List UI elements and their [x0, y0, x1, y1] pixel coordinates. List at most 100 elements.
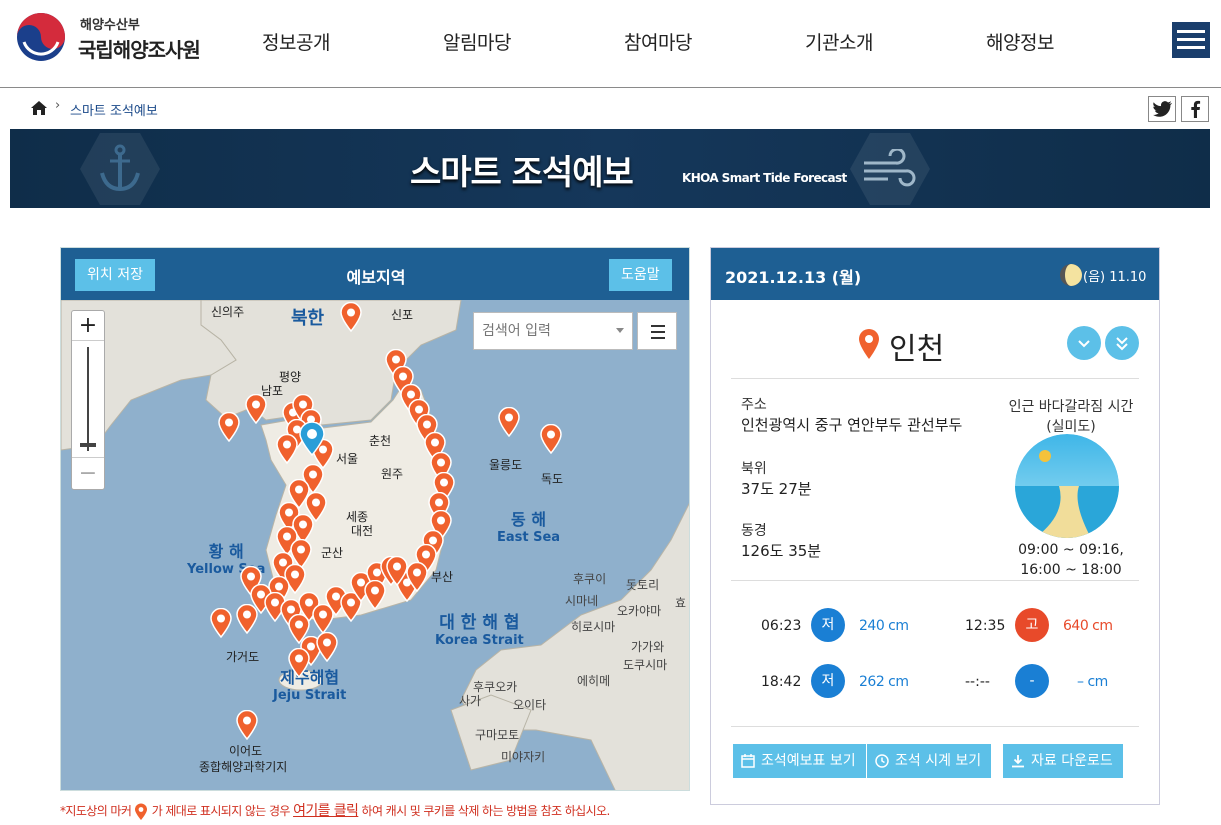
- divider: [731, 378, 1139, 379]
- map-label-hiroshima: 히로시마: [571, 620, 616, 634]
- address-label: 주소: [741, 397, 767, 413]
- station-marker-icon[interactable]: [218, 412, 240, 442]
- station-marker-icon[interactable]: [288, 648, 310, 678]
- selected-station-marker-icon[interactable]: [299, 422, 325, 456]
- tide-height-1: 240 cm: [859, 618, 909, 634]
- agency-name: 국립해양조사원: [78, 38, 201, 62]
- ministry-name: 해양수산부: [80, 18, 140, 33]
- tide-time-4: --:--: [965, 674, 990, 690]
- site-logo[interactable]: 해양수산부 국립해양조사원: [16, 12, 216, 64]
- tide-time-1: 06:23: [761, 618, 802, 634]
- info-panel-header: 2021.12.13 (월) (음) 11.10: [711, 248, 1159, 300]
- station-marker-icon[interactable]: [245, 394, 267, 424]
- map-label-miyazaki: 미야자키: [501, 750, 546, 764]
- tide-time-3: 18:42: [761, 674, 802, 690]
- double-chevron-down-icon[interactable]: [1105, 326, 1139, 360]
- notice-link[interactable]: 여기를 클릭: [293, 803, 359, 819]
- zoom-control: + −: [71, 310, 105, 490]
- nav-ocean-info[interactable]: 해양정보: [986, 28, 1054, 55]
- hamburger-menu-icon[interactable]: [1172, 22, 1210, 58]
- map-label-kumamoto: 구마모토: [475, 728, 520, 742]
- longitude-label: 동경: [741, 523, 767, 539]
- data-download-button[interactable]: 자료 다운로드: [1003, 744, 1123, 778]
- zoom-out-button[interactable]: −: [72, 457, 104, 489]
- map-label-ehime: 에히메: [577, 674, 611, 688]
- station-marker-icon[interactable]: [236, 604, 258, 634]
- station-marker-icon[interactable]: [406, 562, 428, 592]
- site-header: 해양수산부 국립해양조사원 정보공개 알림마당 참여마당 기관소개 해양정보: [0, 0, 1221, 88]
- map-label-okayama: 오카야마: [617, 604, 662, 618]
- facebook-icon: [1191, 100, 1201, 118]
- facebook-share-button[interactable]: [1181, 96, 1209, 122]
- chevron-down-icon[interactable]: [616, 328, 624, 333]
- sea-label-korea-strait: 대 한 해 협 Korea Strait: [435, 613, 524, 648]
- latitude-label: 북위: [741, 461, 767, 477]
- notice-text-mid: 가 제대로 표시되지 않는 경우: [151, 804, 291, 818]
- location-pin-icon: [859, 329, 879, 359]
- list-menu-icon[interactable]: [637, 312, 677, 350]
- zoom-in-button[interactable]: +: [72, 311, 104, 341]
- station-marker-icon[interactable]: [340, 302, 362, 332]
- map-label-chuncheon: 춘천: [369, 434, 392, 448]
- station-marker-icon[interactable]: [498, 407, 520, 437]
- station-marker-icon[interactable]: [276, 434, 298, 464]
- nav-notice[interactable]: 알림마당: [443, 28, 511, 55]
- tide-height-4: – cm: [1077, 674, 1108, 690]
- map-label-gunsan: 군산: [321, 546, 344, 560]
- map-label-bukhan: 북한: [291, 308, 325, 329]
- twitter-icon: [1153, 101, 1172, 117]
- location-name: 인천: [889, 332, 945, 367]
- notice-text-post: 하여 캐시 및 쿠키를 삭제 하는 방법을 참조 하십시오.: [361, 804, 611, 818]
- page-subtitle: KHOA Smart Tide Forecast: [682, 171, 847, 185]
- station-marker-icon[interactable]: [316, 632, 338, 662]
- map-label-shimane: 시마네: [565, 594, 599, 608]
- station-marker-icon[interactable]: [540, 424, 562, 454]
- divider: [731, 580, 1139, 581]
- moon-phase-icon: [1060, 264, 1082, 286]
- map-label-hyogo: 효: [675, 596, 687, 610]
- longitude-value: 126도 35분: [741, 542, 822, 560]
- station-marker-icon[interactable]: [386, 556, 408, 586]
- map-label-totori: 돗토리: [626, 578, 660, 592]
- tide-info-panel: 2021.12.13 (월) (음) 11.10 인천 주소 인천광역시 중구 …: [710, 247, 1160, 805]
- nav-info-disclosure[interactable]: 정보공개: [262, 28, 330, 55]
- help-button[interactable]: 도움말: [609, 259, 672, 291]
- home-icon[interactable]: [30, 100, 48, 116]
- tide-height-2: 640 cm: [1063, 618, 1113, 634]
- tide-high-badge: 고: [1015, 608, 1049, 642]
- station-marker-icon[interactable]: [364, 580, 386, 610]
- search-input[interactable]: [473, 312, 633, 350]
- map-label-ulleungdo: 울릉도: [489, 458, 523, 472]
- map-label-gageodo: 가거도: [226, 650, 260, 664]
- page-banner: 스마트 조석예보 KHOA Smart Tide Forecast: [10, 129, 1210, 208]
- tide-time-2: 12:35: [965, 618, 1006, 634]
- map-label-sinuiju: 신의주: [211, 305, 245, 319]
- station-marker-icon[interactable]: [210, 608, 232, 638]
- map-label-dokdo: 독도: [541, 472, 564, 486]
- tide-clock-button[interactable]: 조석 시계 보기: [867, 744, 992, 778]
- taegeuk-logo-icon: [17, 13, 65, 61]
- map-canvas[interactable]: 신의주 북한 신포 평양 남포 춘천 서울 원주 세종 대전 군산 부산 울릉도…: [61, 300, 689, 790]
- nav-about[interactable]: 기관소개: [805, 28, 873, 55]
- zoom-slider-handle[interactable]: [80, 443, 96, 447]
- tide-table-button[interactable]: 조석예보표 보기: [733, 744, 866, 778]
- breadcrumb-current[interactable]: 스마트 조석예보: [70, 100, 158, 119]
- twitter-share-button[interactable]: [1148, 96, 1176, 122]
- map-land-svg: [61, 300, 689, 790]
- tide-height-3: 262 cm: [859, 674, 909, 690]
- station-marker-icon[interactable]: [236, 710, 258, 740]
- lunar-date: (음) 11.10: [1083, 270, 1147, 285]
- wind-icon: [864, 149, 916, 187]
- address-value: 인천광역시 중구 연안부두 관선부두: [741, 416, 963, 434]
- map-panel-title: 예보지역: [346, 268, 406, 287]
- tide-low-badge: 저: [811, 664, 845, 698]
- map-label-saga: 사가: [459, 694, 482, 708]
- nav-participation[interactable]: 참여마당: [624, 28, 692, 55]
- download-icon: [1012, 755, 1024, 768]
- chevron-down-icon[interactable]: [1067, 326, 1101, 360]
- forecast-map-panel: 위치 저장 예보지역 도움말 신의주 북한 신포 평양 남포 춘천 서울 원주 …: [60, 247, 690, 791]
- notice-text-pre: *지도상의 마커: [60, 804, 132, 818]
- zoom-slider-track[interactable]: [87, 347, 89, 451]
- anchor-icon: [100, 144, 140, 192]
- map-label-hukui: 후쿠이: [573, 572, 607, 586]
